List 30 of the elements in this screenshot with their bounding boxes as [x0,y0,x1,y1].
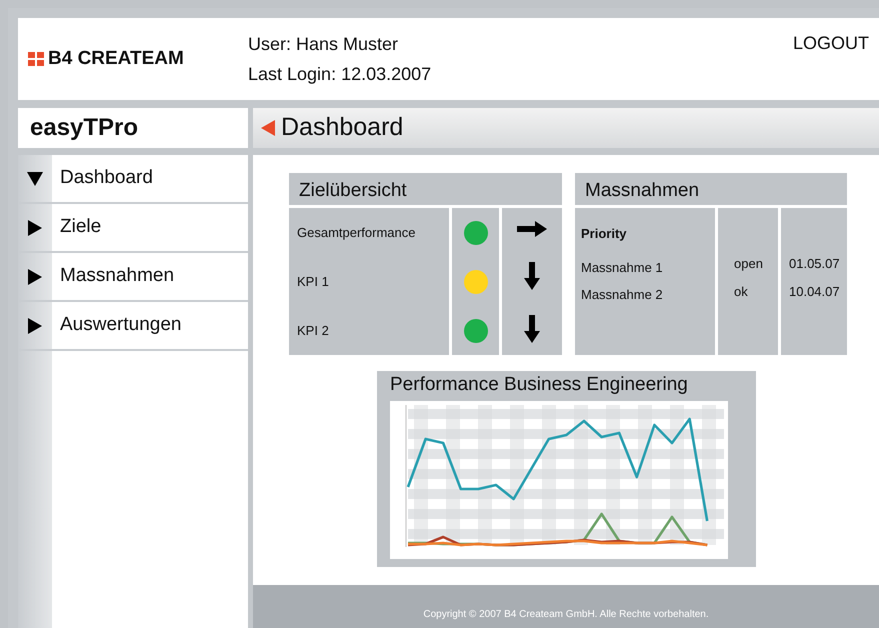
goal-label: KPI 1 [297,272,330,291]
sidebar-item[interactable]: Auswertungen [18,302,248,351]
triangle-right-icon [27,318,43,334]
goal-label: KPI 2 [297,322,330,340]
goal-label: Gesamtperformance [297,224,416,242]
copyright-text: Copyright © 2007 B4 Createam GmbH. Alle Rechte vorbehalten. [423,608,709,622]
triangle-left-icon [261,120,275,136]
triangle-down-icon [27,170,43,186]
column-header: Priority [581,225,628,243]
sidebar-item[interactable]: Massnahmen [18,253,248,302]
last-login: Last Login: 12.03.2007 [248,63,432,86]
panel-title: Zielübersicht [289,173,562,208]
table-cell-text: ok [734,282,749,300]
page-title: Dashboard [281,112,404,144]
table-cell-text: 10.04.07 [789,282,841,300]
app-title: easyTPro [18,108,248,148]
sidebar-item[interactable]: Ziele [18,204,248,253]
user-name: User: Hans Muster [248,33,400,56]
logo-text: B4 CREATEAM [48,46,184,71]
chart-title: Performance Business Engineering [390,373,689,397]
table-cell-text: open [734,255,764,273]
table-cell-text: Massnahme 2 [581,286,664,304]
triangle-right-icon [27,268,43,284]
logout-link[interactable]: LOGOUT [792,30,879,57]
table-cell-text: Massnahme 1 [581,258,664,276]
panel-title: Massnahmen [575,173,847,208]
triangle-right-icon [27,220,43,236]
table-cell-text: 01.05.07 [789,255,841,273]
sidebar-item[interactable]: Dashboard [18,155,248,204]
logo-icon [28,52,44,66]
